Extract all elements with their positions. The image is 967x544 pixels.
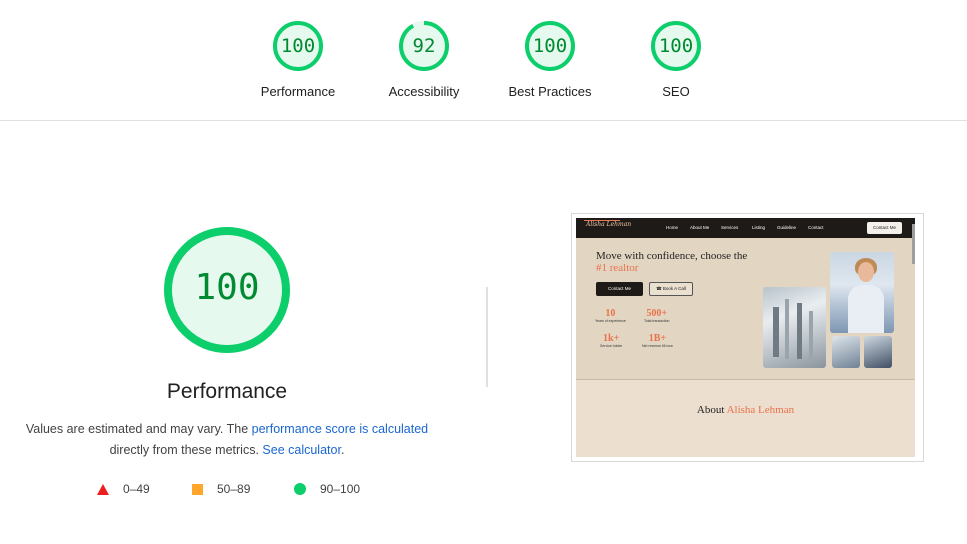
gauge-accessibility[interactable]: 92 Accessibility xyxy=(354,20,494,99)
desc-text: . xyxy=(340,443,345,457)
gauge-circle: 100 xyxy=(524,20,576,72)
headline-line: Move with confidence, choose the xyxy=(596,250,748,262)
gauge-label: Best Practices xyxy=(508,84,592,99)
thumb-stat: 1B+ Net revenue till now xyxy=(642,333,673,348)
gauge-score: 100 xyxy=(280,35,316,57)
gauge-seo[interactable]: 100 SEO xyxy=(606,20,746,99)
performance-main-gauge: 100 xyxy=(163,226,291,354)
office-image xyxy=(864,336,892,368)
gauge-score: 100 xyxy=(658,35,694,57)
desc-text: directly from these metrics. xyxy=(109,443,263,457)
thumb-nav-item: Services xyxy=(721,225,739,230)
thumb-nav-item: Contact xyxy=(808,225,824,230)
gauge-circle: 92 xyxy=(398,20,450,72)
about-name: Alisha Lehman xyxy=(726,404,795,416)
thumb-contact-button: Contact Me xyxy=(867,222,902,234)
phone-icon: ☎ xyxy=(656,286,663,291)
gauge-performance[interactable]: 100 Performance xyxy=(228,20,368,99)
see-calculator-link[interactable]: See calculator xyxy=(262,443,341,457)
thumb-navbar: Alisha Lehman Home About Me Services Lis… xyxy=(576,218,915,238)
thumb-stat: 10 Years of experience xyxy=(595,308,626,323)
gauge-score: 100 xyxy=(532,35,568,57)
stat-number: 1B+ xyxy=(648,333,667,344)
performance-title: Performance xyxy=(166,380,288,403)
legend-range: 50–89 xyxy=(217,482,251,496)
legend-range: 90–100 xyxy=(320,482,361,496)
thumb-logo: Alisha Lehman xyxy=(586,221,632,228)
gauge-circle: 100 xyxy=(650,20,702,72)
gauge-label: Performance xyxy=(260,84,336,99)
screenshot-content: Alisha Lehman Home About Me Services Lis… xyxy=(576,218,915,457)
gauge-label: Accessibility xyxy=(388,84,460,99)
thumb-nav-item: Guideline xyxy=(777,225,797,230)
performance-description: Values are estimated and may vary. The p… xyxy=(0,419,454,461)
square-icon xyxy=(192,483,203,495)
about-title: About Alisha Lehman xyxy=(576,404,915,416)
stat-label: Years of experience xyxy=(595,319,626,323)
button-label: Book A Call xyxy=(662,286,686,291)
stat-label: Total transaction xyxy=(644,319,670,323)
meeting-image xyxy=(832,336,860,368)
vertical-divider xyxy=(486,287,488,387)
triangle-icon xyxy=(97,483,109,495)
thumb-about-section: About Alisha Lehman xyxy=(576,380,915,457)
page-screenshot-thumbnail[interactable]: Alisha Lehman Home About Me Services Lis… xyxy=(571,213,924,462)
stat-label: Service holder xyxy=(600,344,623,348)
legend-fail: 0–49 xyxy=(97,481,150,497)
realtor-portrait-image xyxy=(830,252,894,333)
stat-label: Net revenue till now xyxy=(642,344,673,348)
stat-number: 500+ xyxy=(646,308,668,319)
thumb-secondary-button: ☎ Book A Call xyxy=(649,282,693,296)
gauge-circle: 100 xyxy=(272,20,324,72)
score-calculated-link[interactable]: performance score is calculated xyxy=(252,422,428,436)
gauge-score: 92 xyxy=(412,35,436,57)
gauge-label: SEO xyxy=(662,84,690,99)
circle-icon xyxy=(294,483,306,495)
legend-pass: 90–100 xyxy=(294,481,360,497)
building-image xyxy=(763,287,826,368)
thumb-nav-item: About Me xyxy=(690,225,710,230)
headline-accent: #1 realtor xyxy=(596,262,639,274)
thumb-scrollbar xyxy=(912,224,915,264)
thumb-stat: 500+ Total transaction xyxy=(644,308,670,323)
main-score: 100 xyxy=(194,267,260,308)
thumb-nav-item: Listing xyxy=(752,225,766,230)
category-gauges-bar: 100 Performance 92 Accessibility 100 Bes… xyxy=(0,0,967,121)
legend-average: 50–89 xyxy=(192,481,250,497)
desc-text: Values are estimated and may vary. The xyxy=(25,422,252,436)
stat-number: 10 xyxy=(605,308,616,319)
about-prefix: About xyxy=(696,404,727,416)
gauge-best-practices[interactable]: 100 Best Practices xyxy=(480,20,620,99)
legend-range: 0–49 xyxy=(123,482,150,496)
thumb-stat: 1k+ Service holder xyxy=(600,333,622,348)
stat-number: 1k+ xyxy=(603,333,620,344)
thumb-primary-button: Contact Me xyxy=(596,282,643,296)
thumb-headline: Move with confidence, choose the #1 real… xyxy=(596,250,747,274)
thumb-nav-item: Home xyxy=(666,225,679,230)
